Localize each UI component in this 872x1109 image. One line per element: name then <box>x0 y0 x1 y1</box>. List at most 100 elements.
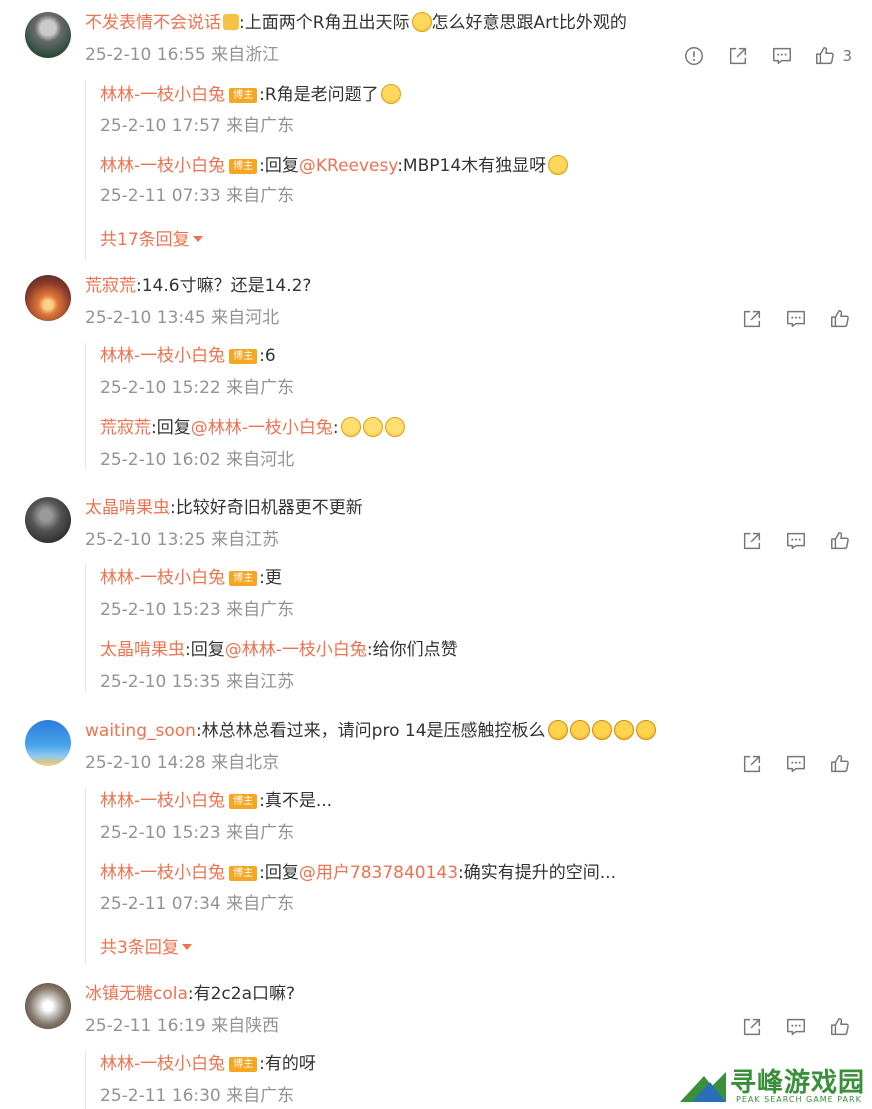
like-icon[interactable] <box>828 307 852 331</box>
reply-prefix: :回复 <box>259 863 299 883</box>
more-replies-link[interactable]: 共17条回复 <box>100 225 203 250</box>
report-icon[interactable] <box>682 44 706 68</box>
comment-text: :比较好奇旧机器更不更新 <box>170 498 363 518</box>
reply-prefix: :回复 <box>151 418 191 438</box>
reply-username[interactable]: 荒寂荒 <box>100 418 151 438</box>
avatar[interactable] <box>25 720 71 766</box>
like-icon[interactable] <box>828 752 852 776</box>
avatar[interactable] <box>25 275 71 321</box>
like-icon[interactable] <box>828 1015 852 1039</box>
share-icon[interactable] <box>740 1015 764 1039</box>
reply-text: :有的呀 <box>259 1054 316 1074</box>
reply-text: :确实有提升的空间... <box>458 863 616 883</box>
like-count: 3 <box>842 47 852 65</box>
laugh-cry-emoji-icon <box>548 155 569 175</box>
reply-text: : <box>332 418 339 438</box>
reply-username[interactable]: 林林-一枝小白兔 <box>100 863 225 883</box>
comment-meta: 25-2-10 13:25 来自江苏 <box>85 530 280 550</box>
reply-meta: 25-2-10 17:57 来自广东 <box>100 116 295 136</box>
comment-meta: 25-2-10 13:45 来自河北 <box>85 308 280 328</box>
avatar[interactable] <box>25 497 71 543</box>
comment-meta: 25-2-10 14:28 来自北京 <box>85 753 280 773</box>
comment-text: :上面两个R角丑出天际 <box>239 13 410 33</box>
reply-username[interactable]: 林林-一枝小白兔 <box>100 156 225 176</box>
reply-text: :给你们点赞 <box>366 640 458 660</box>
comment-username[interactable]: 太晶啃果虫 <box>85 498 170 518</box>
reply-meta: 25-2-11 07:33 来自广东 <box>100 186 295 206</box>
laugh-cry-emoji-icon <box>380 84 401 104</box>
mention-link[interactable]: @KReevesy <box>299 156 397 176</box>
comment-icon[interactable] <box>784 1015 808 1039</box>
salute-emoji-icon <box>340 417 361 437</box>
mountain-logo-icon <box>680 1072 726 1102</box>
reply-text: :R角是老问题了 <box>259 85 379 105</box>
reply-meta: 25-2-10 15:22 来自广东 <box>100 378 295 398</box>
reply-text: :更 <box>259 568 282 588</box>
comment-icon[interactable] <box>784 529 808 553</box>
watermark-logo: 寻峰游戏园 PEAK SEARCH GAME PARK <box>678 1062 868 1106</box>
reply-list: 林林-一枝小白兔 博主:R角是老问题了 25-2-10 17:57 来自广东 林林… <box>85 80 856 260</box>
comment-username[interactable]: waiting_soon <box>85 721 196 741</box>
comment-text: :有2c2a口嘛? <box>187 984 296 1004</box>
blogger-badge: 博主 <box>229 88 258 103</box>
blogger-badge: 博主 <box>229 1057 258 1072</box>
reply-username[interactable]: 林林-一枝小白兔 <box>100 791 225 811</box>
reply-username[interactable]: 林林-一枝小白兔 <box>100 85 225 105</box>
share-icon[interactable] <box>740 529 764 553</box>
pleading-emoji-icon <box>635 720 656 740</box>
reply-text: :真不是... <box>259 791 333 811</box>
comment-username[interactable]: 荒寂荒 <box>85 276 136 296</box>
comment-text: :14.6寸嘛？还是14.2? <box>136 276 312 296</box>
reply-meta: 25-2-11 07:34 来自广东 <box>100 894 295 914</box>
laugh-cry-emoji-icon <box>411 12 432 32</box>
comment-text-cont: 怎么好意思跟Art比外观的 <box>431 13 627 33</box>
reply-meta: 25-2-10 15:23 来自广东 <box>100 600 295 620</box>
comment-icon[interactable] <box>784 752 808 776</box>
reply-username[interactable]: 林林-一枝小白兔 <box>100 346 225 366</box>
mention-link[interactable]: @林林-一枝小白兔 <box>225 640 367 660</box>
comment-username[interactable]: 冰镇无糖cola <box>85 984 188 1004</box>
like-icon[interactable] <box>828 529 852 553</box>
emoji-icon <box>223 14 239 30</box>
share-icon[interactable] <box>740 752 764 776</box>
reply-username[interactable]: 林林-一枝小白兔 <box>100 568 225 588</box>
reply-list: 林林-一枝小白兔 博主:更 25-2-10 15:23 来自广东 太晶啃果虫:回复… <box>85 565 856 692</box>
reply-meta: 25-2-10 16:02 来自河北 <box>100 450 295 470</box>
pleading-emoji-icon <box>613 720 634 740</box>
mention-link[interactable]: @用户7837840143 <box>299 863 458 883</box>
avatar[interactable] <box>25 983 71 1029</box>
salute-emoji-icon <box>362 417 383 437</box>
pleading-emoji-icon <box>569 720 590 740</box>
comment-meta: 25-2-10 16:55 来自浙江 <box>85 45 280 65</box>
mention-link[interactable]: @林林-一枝小白兔 <box>191 418 333 438</box>
reply-username[interactable]: 太晶啃果虫 <box>100 640 185 660</box>
reply-meta: 25-2-10 15:35 来自江苏 <box>100 672 295 692</box>
watermark-subtitle: PEAK SEARCH GAME PARK <box>736 1095 862 1104</box>
blogger-badge: 博主 <box>229 794 258 809</box>
more-replies-link[interactable]: 共3条回复 <box>100 933 192 958</box>
reply-prefix: :回复 <box>185 640 225 660</box>
pleading-emoji-icon <box>547 720 568 740</box>
caret-down-icon <box>181 944 192 950</box>
reply-list: 林林-一枝小白兔 博主:真不是... 25-2-10 15:23 来自广东 林林-… <box>85 788 856 964</box>
reply-list: 林林-一枝小白兔 博主:6 25-2-10 15:22 来自广东 荒寂荒:回复@林… <box>85 343 856 470</box>
avatar[interactable] <box>25 12 71 58</box>
share-icon[interactable] <box>726 44 750 68</box>
comment-icon[interactable] <box>784 307 808 331</box>
comment-text: :林总林总看过来，请问pro 14是压感触控板么 <box>195 721 546 741</box>
blogger-badge: 博主 <box>229 571 258 586</box>
like-icon <box>814 45 836 67</box>
pleading-emoji-icon <box>591 720 612 740</box>
comment-meta: 25-2-11 16:19 来自陕西 <box>85 1016 280 1036</box>
more-replies-label: 共3条回复 <box>100 938 179 958</box>
reply-username[interactable]: 林林-一枝小白兔 <box>100 1054 225 1074</box>
blogger-badge: 博主 <box>229 159 258 174</box>
reply-prefix: :回复 <box>259 156 299 176</box>
comment-icon[interactable] <box>770 44 794 68</box>
share-icon[interactable] <box>740 307 764 331</box>
blogger-badge: 博主 <box>229 349 258 364</box>
comment-username[interactable]: 不发表情不会说话 <box>85 13 221 33</box>
blogger-badge: 博主 <box>229 866 258 881</box>
more-replies-label: 共17条回复 <box>100 230 190 250</box>
like-button[interactable]: 3 <box>814 44 852 68</box>
